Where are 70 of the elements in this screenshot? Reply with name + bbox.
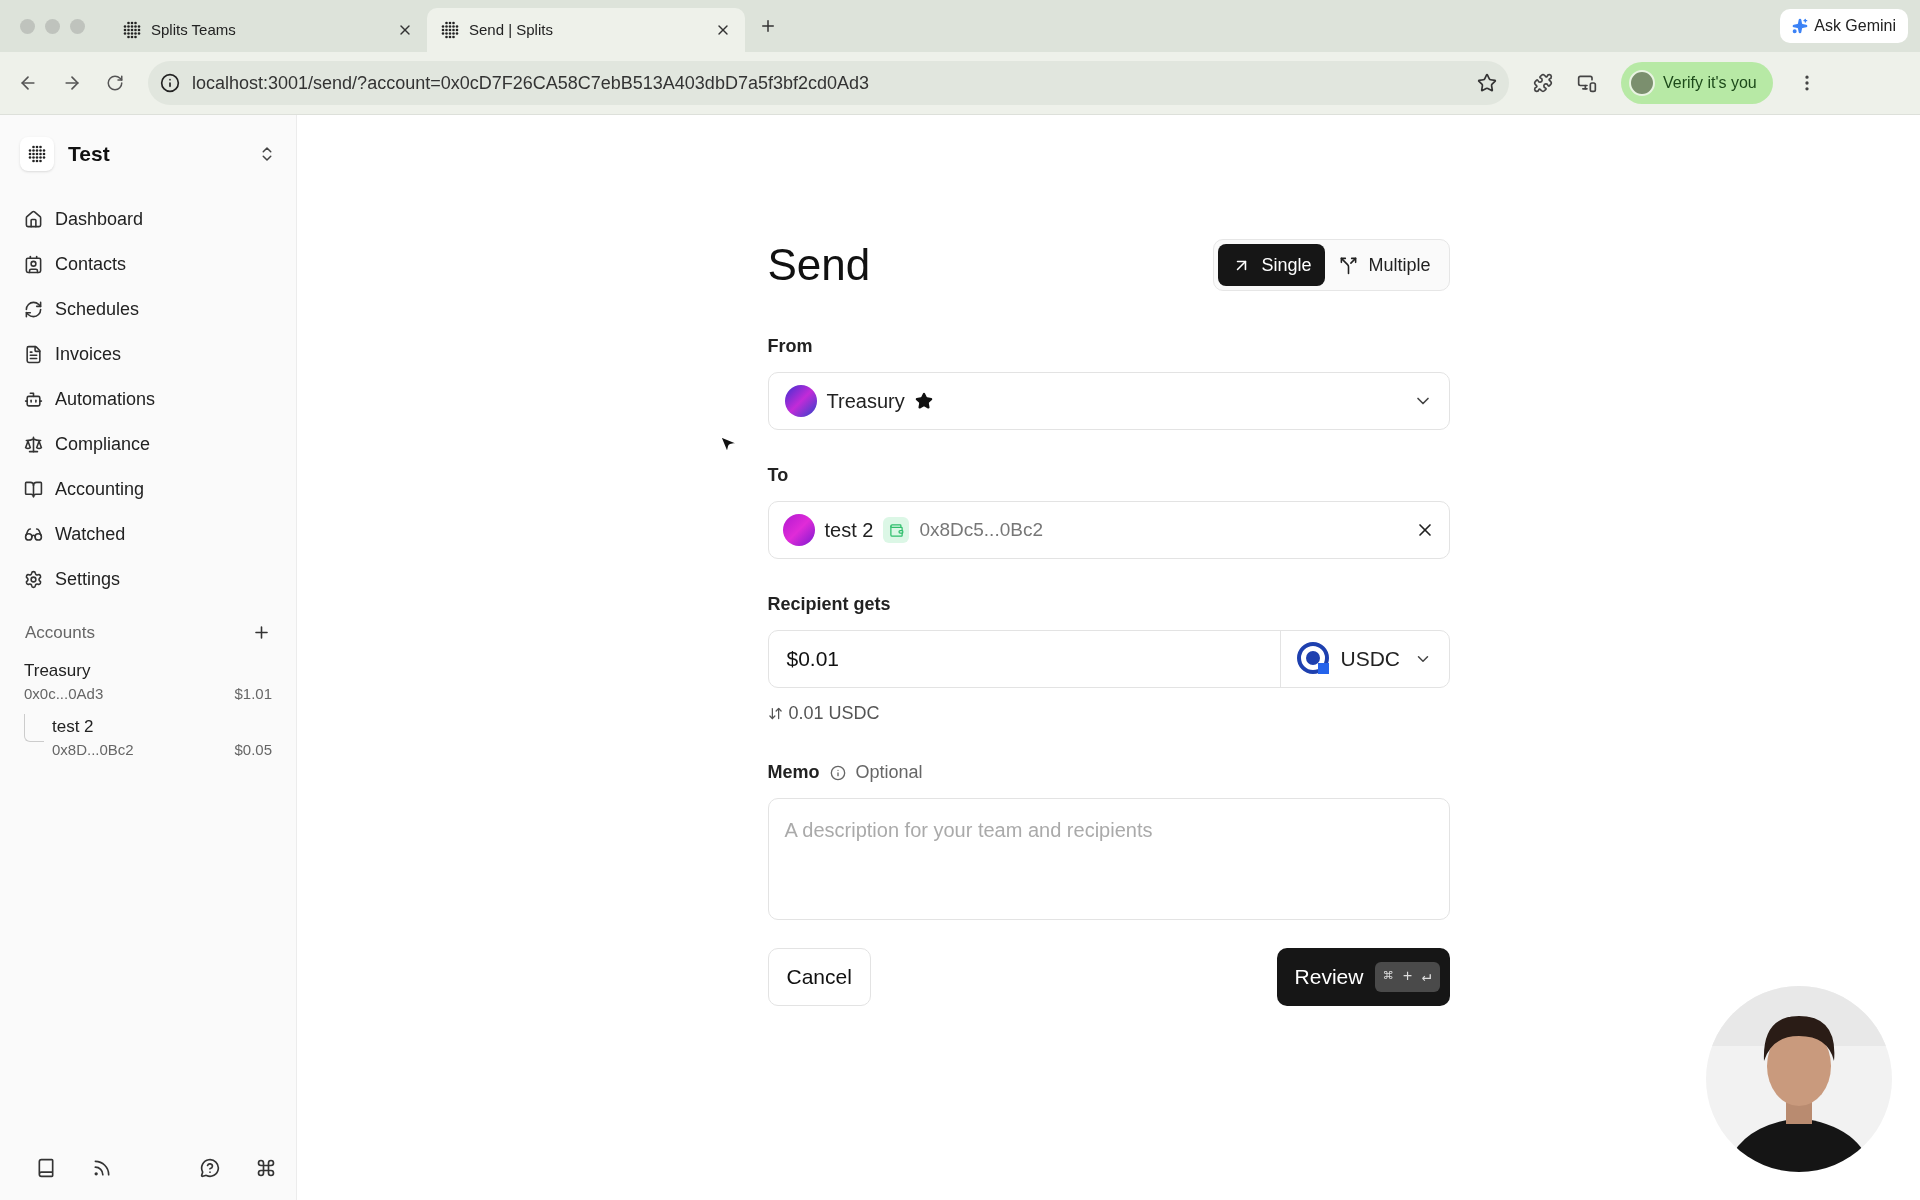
tree-line bbox=[24, 713, 44, 742]
treasury-avatar-icon bbox=[784, 385, 817, 417]
home-icon bbox=[24, 210, 43, 229]
tab-title: Splits Teams bbox=[151, 19, 237, 40]
split-icon bbox=[1339, 255, 1359, 275]
browser-tab[interactable]: Send | Splits bbox=[427, 8, 745, 52]
logo-dots-icon bbox=[28, 145, 46, 163]
reload-icon[interactable] bbox=[106, 74, 124, 92]
review-button[interactable]: Review ⌘ + ↵ bbox=[1276, 948, 1450, 1006]
field-label: From bbox=[767, 335, 814, 358]
feed-icon[interactable] bbox=[92, 1158, 112, 1178]
convert-icon bbox=[767, 706, 783, 721]
memo-field[interactable]: A description for your team and recipients bbox=[767, 798, 1450, 920]
sparkle-icon bbox=[1792, 18, 1809, 34]
page-title: Send bbox=[767, 243, 871, 287]
site-info-icon bbox=[160, 73, 180, 93]
from-select[interactable]: Treasury bbox=[767, 372, 1450, 430]
field-label: Memo bbox=[767, 761, 820, 784]
docs-book-icon[interactable] bbox=[36, 1158, 56, 1178]
nav-item[interactable]: Accounting bbox=[20, 467, 276, 512]
scales-icon bbox=[24, 435, 43, 454]
wallet-icon bbox=[883, 517, 910, 543]
robot-icon bbox=[24, 390, 43, 409]
recipient-field[interactable]: test 2 0x8Dc5...0Bc2 bbox=[767, 501, 1450, 559]
account-item[interactable]: Treasury 0x0c...0Ad3 $1.01 bbox=[20, 655, 276, 708]
conversion-text: 0.01 USDC bbox=[788, 702, 880, 725]
nav-item[interactable]: Watched bbox=[20, 512, 276, 557]
help-icon[interactable] bbox=[200, 1158, 220, 1178]
field-label: To bbox=[767, 464, 790, 487]
recipient-address: 0x8Dc5...0Bc2 bbox=[919, 517, 1044, 542]
nav-item[interactable]: Invoices bbox=[20, 332, 276, 377]
recipient-avatar-icon bbox=[782, 514, 815, 546]
tab-favicon-icon bbox=[123, 21, 141, 39]
nav-item[interactable]: Settings bbox=[20, 557, 276, 602]
profile-avatar-icon bbox=[1629, 70, 1655, 96]
cast-icon[interactable] bbox=[1577, 73, 1597, 93]
verify-profile-button[interactable]: Verify it's you bbox=[1621, 62, 1773, 104]
ask-gemini-button[interactable]: Ask Gemini bbox=[1780, 9, 1908, 43]
nav-item[interactable]: Automations bbox=[20, 377, 276, 422]
bookmark-star-icon[interactable] bbox=[1477, 73, 1497, 93]
address-bar[interactable]: localhost:3001/send/?account=0x0cD7F26CA58C7ebB513A403dbD7a5f3bf2cd0Ad3 bbox=[148, 61, 1509, 105]
nav-item[interactable]: Contacts bbox=[20, 242, 276, 287]
accounts-heading: Accounts bbox=[25, 622, 96, 644]
tab-title: Send | Splits bbox=[469, 19, 554, 40]
nav-item[interactable]: Compliance bbox=[20, 422, 276, 467]
recipient-name: test 2 bbox=[824, 518, 874, 543]
account-item[interactable]: test 2 0x8D...0Bc2 $0.05 bbox=[48, 711, 276, 764]
mode-tab[interactable]: Single bbox=[1218, 244, 1326, 286]
contact-card-icon bbox=[24, 255, 43, 274]
url-text: localhost:3001/send/?account=0x0cD7F26CA58C7ebB513A403dbD7a5f3bf2cd0Ad3 bbox=[192, 71, 870, 95]
field-label: Recipient gets bbox=[767, 593, 892, 616]
settings-icon bbox=[24, 570, 43, 589]
extensions-icon[interactable] bbox=[1533, 73, 1553, 93]
open-book-icon bbox=[24, 480, 43, 499]
info-icon bbox=[829, 764, 846, 781]
glasses-icon bbox=[24, 525, 43, 544]
refresh-icon bbox=[24, 300, 43, 319]
nav-item[interactable]: Schedules bbox=[20, 287, 276, 332]
document-icon bbox=[24, 345, 43, 364]
workspace-name: Test bbox=[68, 141, 111, 168]
nav-item[interactable]: Dashboard bbox=[20, 197, 276, 242]
tab-favicon-icon bbox=[441, 21, 459, 39]
optional-hint: Optional bbox=[855, 761, 923, 784]
cancel-button[interactable]: Cancel bbox=[767, 948, 871, 1006]
new-tab-icon[interactable] bbox=[759, 17, 777, 35]
star-icon bbox=[914, 392, 933, 410]
mode-tab[interactable]: Multiple bbox=[1325, 244, 1445, 286]
browser-tab[interactable]: Splits Teams bbox=[109, 8, 427, 52]
keyboard-shortcut: ⌘ + ↵ bbox=[1375, 962, 1440, 992]
command-icon[interactable] bbox=[256, 1158, 276, 1178]
